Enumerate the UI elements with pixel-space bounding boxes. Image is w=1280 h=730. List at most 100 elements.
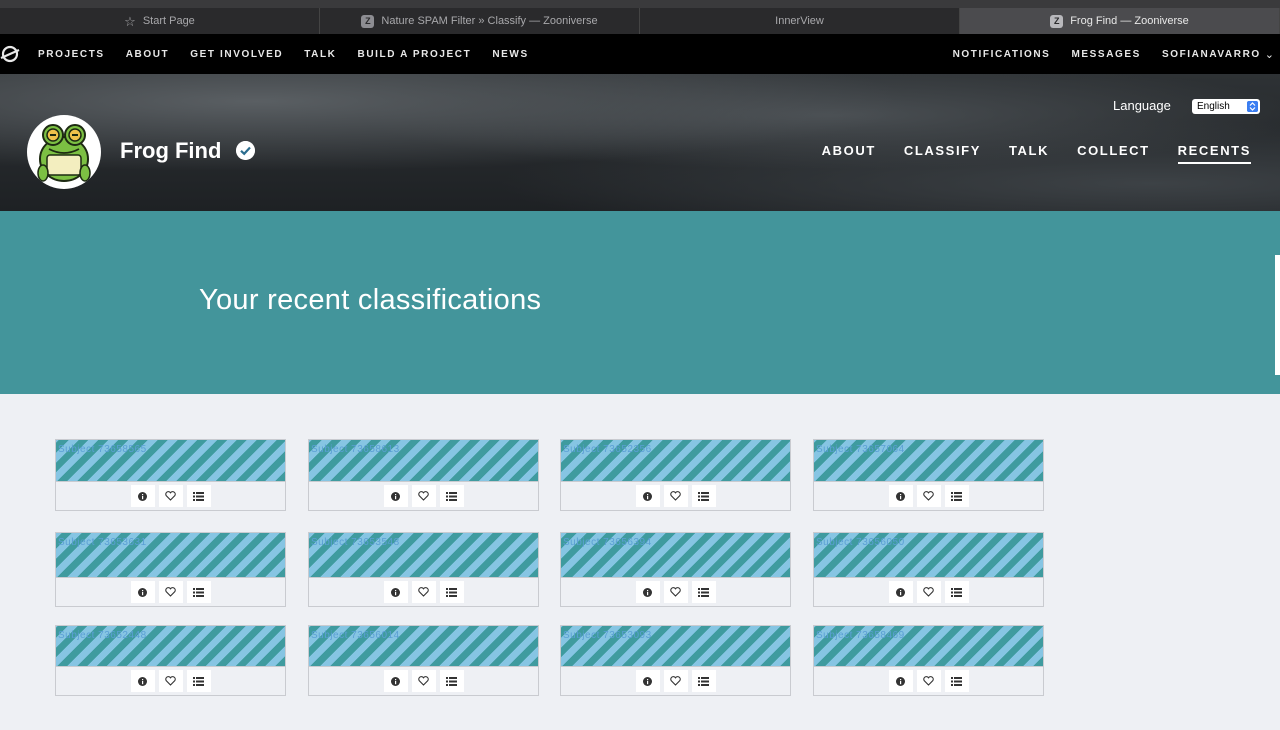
browser-tab-frog-find[interactable]: Z Frog Find — Zooniverse: [960, 8, 1280, 34]
subject-thumbnail[interactable]: Subject 73658613: [309, 440, 538, 482]
language-select[interactable]: English: [1192, 99, 1260, 114]
nav-get-involved[interactable]: GET INVOLVED: [190, 49, 283, 60]
project-title[interactable]: Frog Find: [120, 138, 221, 164]
browser-tab-nature-spam[interactable]: Z Nature SPAM Filter » Classify — Zooniv…: [320, 8, 640, 34]
info-button[interactable]: [383, 670, 408, 692]
subject-card[interactable]: Subject 73658565: [55, 439, 286, 511]
subject-thumbnail[interactable]: Subject 73656394: [561, 533, 790, 578]
list-icon: [698, 491, 709, 501]
subject-label: Subject 73656050: [816, 537, 905, 548]
heart-icon: [670, 676, 681, 686]
project-tab-collect[interactable]: COLLECT: [1077, 143, 1150, 164]
subject-card[interactable]: Subject 73656014: [308, 625, 539, 696]
subject-thumbnail[interactable]: Subject 73652448: [56, 626, 285, 667]
recents-banner: Your recent classifications: [0, 211, 1280, 394]
heart-button[interactable]: [663, 670, 688, 692]
user-menu[interactable]: SOFIANAVARRO: [1162, 49, 1261, 60]
subject-card[interactable]: Subject 73658613: [308, 439, 539, 511]
heart-button[interactable]: [411, 670, 436, 692]
browser-tab-innerview[interactable]: InnerView: [640, 8, 960, 34]
heart-button[interactable]: [916, 581, 941, 603]
subject-thumbnail[interactable]: Subject 73653548: [309, 533, 538, 578]
info-button[interactable]: [383, 581, 408, 603]
subject-thumbnail[interactable]: Subject 73658469: [814, 626, 1043, 667]
feedback-side-tab[interactable]: [1275, 255, 1280, 375]
subject-card[interactable]: Subject 73653093: [560, 625, 791, 696]
subject-card[interactable]: Subject 73652448: [55, 625, 286, 696]
info-button[interactable]: [635, 581, 660, 603]
subject-thumbnail[interactable]: Subject 73653631: [56, 533, 285, 578]
heart-button[interactable]: [916, 670, 941, 692]
info-button[interactable]: [383, 485, 408, 507]
subject-card[interactable]: Subject 73652356: [560, 439, 791, 511]
list-icon: [951, 676, 962, 686]
list-button[interactable]: [691, 485, 716, 507]
info-button[interactable]: [888, 670, 913, 692]
nav-news[interactable]: NEWS: [492, 49, 528, 60]
subject-thumbnail[interactable]: Subject 73657064: [814, 440, 1043, 482]
heart-button[interactable]: [916, 485, 941, 507]
subject-label: Subject 73658469: [816, 630, 905, 641]
list-button[interactable]: [439, 670, 464, 692]
subject-thumbnail[interactable]: Subject 73656014: [309, 626, 538, 667]
subject-thumbnail[interactable]: Subject 73656050: [814, 533, 1043, 578]
list-button[interactable]: [691, 670, 716, 692]
nav-about[interactable]: ABOUT: [126, 49, 170, 60]
subject-card[interactable]: Subject 73653548: [308, 532, 539, 607]
nav-build-a-project[interactable]: BUILD A PROJECT: [358, 49, 472, 60]
project-tab-recents[interactable]: RECENTS: [1177, 143, 1251, 164]
list-button[interactable]: [691, 581, 716, 603]
subject-card[interactable]: Subject 73657064: [813, 439, 1044, 511]
list-icon: [698, 676, 709, 686]
subject-thumbnail[interactable]: Subject 73652356: [561, 440, 790, 482]
heart-button[interactable]: [158, 485, 183, 507]
info-button[interactable]: [130, 670, 155, 692]
heart-button[interactable]: [411, 581, 436, 603]
nav-notifications[interactable]: NOTIFICATIONS: [953, 49, 1051, 60]
heart-button[interactable]: [663, 581, 688, 603]
nav-talk[interactable]: TALK: [304, 49, 336, 60]
subject-label: Subject 73658565: [58, 444, 147, 455]
info-button[interactable]: [130, 485, 155, 507]
list-button[interactable]: [944, 581, 969, 603]
zooniverse-logo-icon[interactable]: [0, 44, 20, 64]
info-button[interactable]: [888, 485, 913, 507]
subject-thumbnail[interactable]: Subject 73658565: [56, 440, 285, 482]
project-tab-about[interactable]: ABOUT: [822, 143, 876, 164]
list-button[interactable]: [439, 581, 464, 603]
list-icon: [193, 676, 204, 686]
info-icon: [643, 676, 652, 686]
subject-card[interactable]: Subject 73656394: [560, 532, 791, 607]
list-icon: [446, 587, 457, 597]
subject-tools: [561, 578, 790, 606]
browser-tab-start-page[interactable]: ☆ Start Page: [0, 8, 320, 34]
list-button[interactable]: [944, 485, 969, 507]
list-button[interactable]: [186, 581, 211, 603]
list-button[interactable]: [439, 485, 464, 507]
nav-messages[interactable]: MESSAGES: [1071, 49, 1140, 60]
project-tab-classify[interactable]: CLASSIFY: [904, 143, 981, 164]
subject-card[interactable]: Subject 73653631: [55, 532, 286, 607]
heart-button[interactable]: [158, 670, 183, 692]
info-icon: [643, 587, 652, 597]
info-button[interactable]: [635, 670, 660, 692]
subject-card[interactable]: Subject 73658469: [813, 625, 1044, 696]
heart-icon: [670, 491, 681, 501]
info-button[interactable]: [130, 581, 155, 603]
select-arrows-icon: [1247, 101, 1258, 112]
heart-button[interactable]: [158, 581, 183, 603]
list-button[interactable]: [944, 670, 969, 692]
heart-icon: [418, 676, 429, 686]
list-button[interactable]: [186, 670, 211, 692]
info-button[interactable]: [635, 485, 660, 507]
subject-card[interactable]: Subject 73656050: [813, 532, 1044, 607]
project-tab-talk[interactable]: TALK: [1009, 143, 1049, 164]
project-avatar[interactable]: [27, 115, 101, 189]
heart-button[interactable]: [663, 485, 688, 507]
subject-thumbnail[interactable]: Subject 73653093: [561, 626, 790, 667]
chevron-down-icon[interactable]: ⌄: [1265, 48, 1274, 61]
info-button[interactable]: [888, 581, 913, 603]
heart-button[interactable]: [411, 485, 436, 507]
list-button[interactable]: [186, 485, 211, 507]
nav-projects[interactable]: PROJECTS: [38, 49, 105, 60]
